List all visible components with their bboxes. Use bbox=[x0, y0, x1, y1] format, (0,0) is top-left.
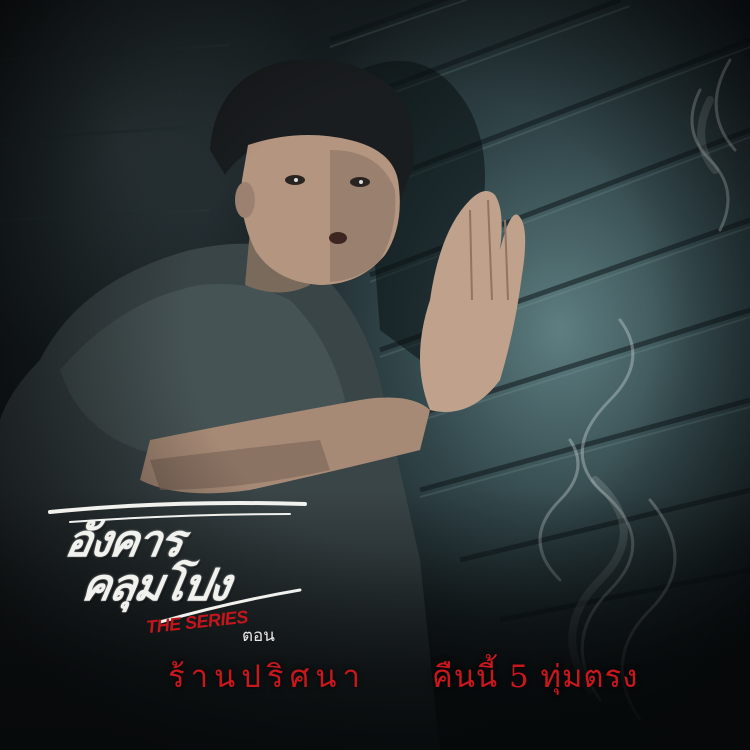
episode-label: ตอน bbox=[242, 626, 275, 646]
series-title-logo: อังคาร คลุมโปง bbox=[54, 516, 240, 611]
airtime-text: คืนนี้ 5 ทุ่มตรง bbox=[432, 659, 639, 695]
title-line-1: อังคาร bbox=[61, 516, 187, 567]
poster: อังคาร คลุมโปง THE SERIES ตอน ร้านปริศนา… bbox=[0, 0, 750, 750]
episode-name: ร้านปริศนา bbox=[168, 659, 366, 695]
title-line-2: คลุมโปง bbox=[77, 560, 234, 611]
